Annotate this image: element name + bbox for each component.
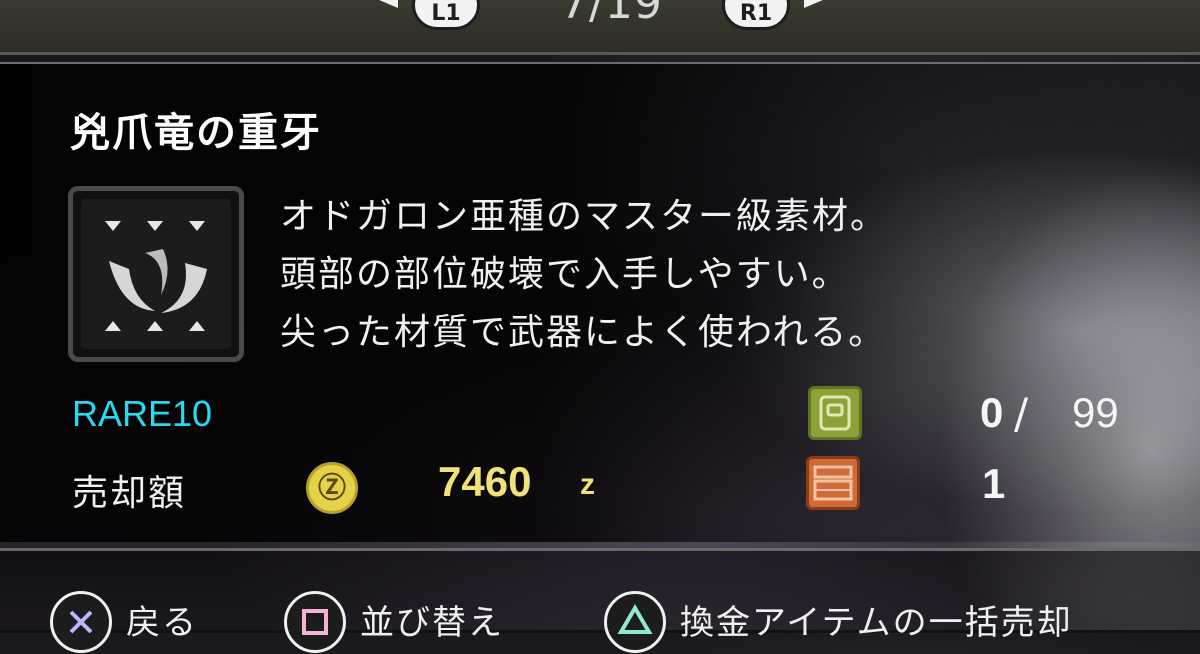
currency-unit: z	[580, 468, 595, 501]
fang-material-icon	[81, 199, 231, 349]
triangle-button-icon	[604, 591, 666, 653]
zenny-coin-icon: Ⓩ	[306, 462, 358, 514]
box-count: 1	[982, 460, 1006, 507]
item-description: オドガロン亜種のマスター級素材。 頭部の部位破壊で入手しやすい。 尖った材質で武…	[280, 188, 888, 362]
item-pager: L1 R1 7/19	[0, 0, 1200, 55]
button-prompt-bar: 戻る 並び替え 換金アイテムの一括売却	[0, 548, 1200, 653]
item-box-icon	[806, 456, 860, 510]
description-line: オドガロン亜種のマスター級素材。	[280, 196, 889, 237]
item-name: 兇爪竜の重牙	[70, 110, 322, 156]
description-line: 尖った材質で武器によく使われる。	[280, 312, 887, 353]
page-indicator: 7/19	[560, 0, 663, 29]
square-button-icon	[284, 591, 346, 653]
sell-price-value: 7460	[438, 458, 532, 505]
prev-arrow-icon[interactable]	[372, 0, 398, 8]
r1-button[interactable]: R1	[722, 0, 790, 30]
l1-button[interactable]: L1	[412, 0, 480, 30]
pouch-count-separator: /	[1014, 389, 1029, 438]
item-pouch-icon	[808, 386, 862, 440]
pouch-max: 99	[1072, 389, 1119, 436]
cross-button-icon	[50, 591, 112, 653]
sell-all-label: 換金アイテムの一括売却	[680, 603, 1073, 643]
sort-label: 並び替え	[360, 603, 504, 643]
description-line: 頭部の部位破壊で入手しやすい。	[280, 254, 850, 295]
pouch-count: 0	[980, 389, 1004, 436]
sell-price-label: 売却額	[72, 473, 187, 514]
rarity-label: RARE10	[72, 393, 213, 434]
item-icon-frame	[68, 186, 244, 362]
back-label: 戻る	[126, 603, 198, 643]
next-arrow-icon[interactable]	[804, 0, 830, 8]
